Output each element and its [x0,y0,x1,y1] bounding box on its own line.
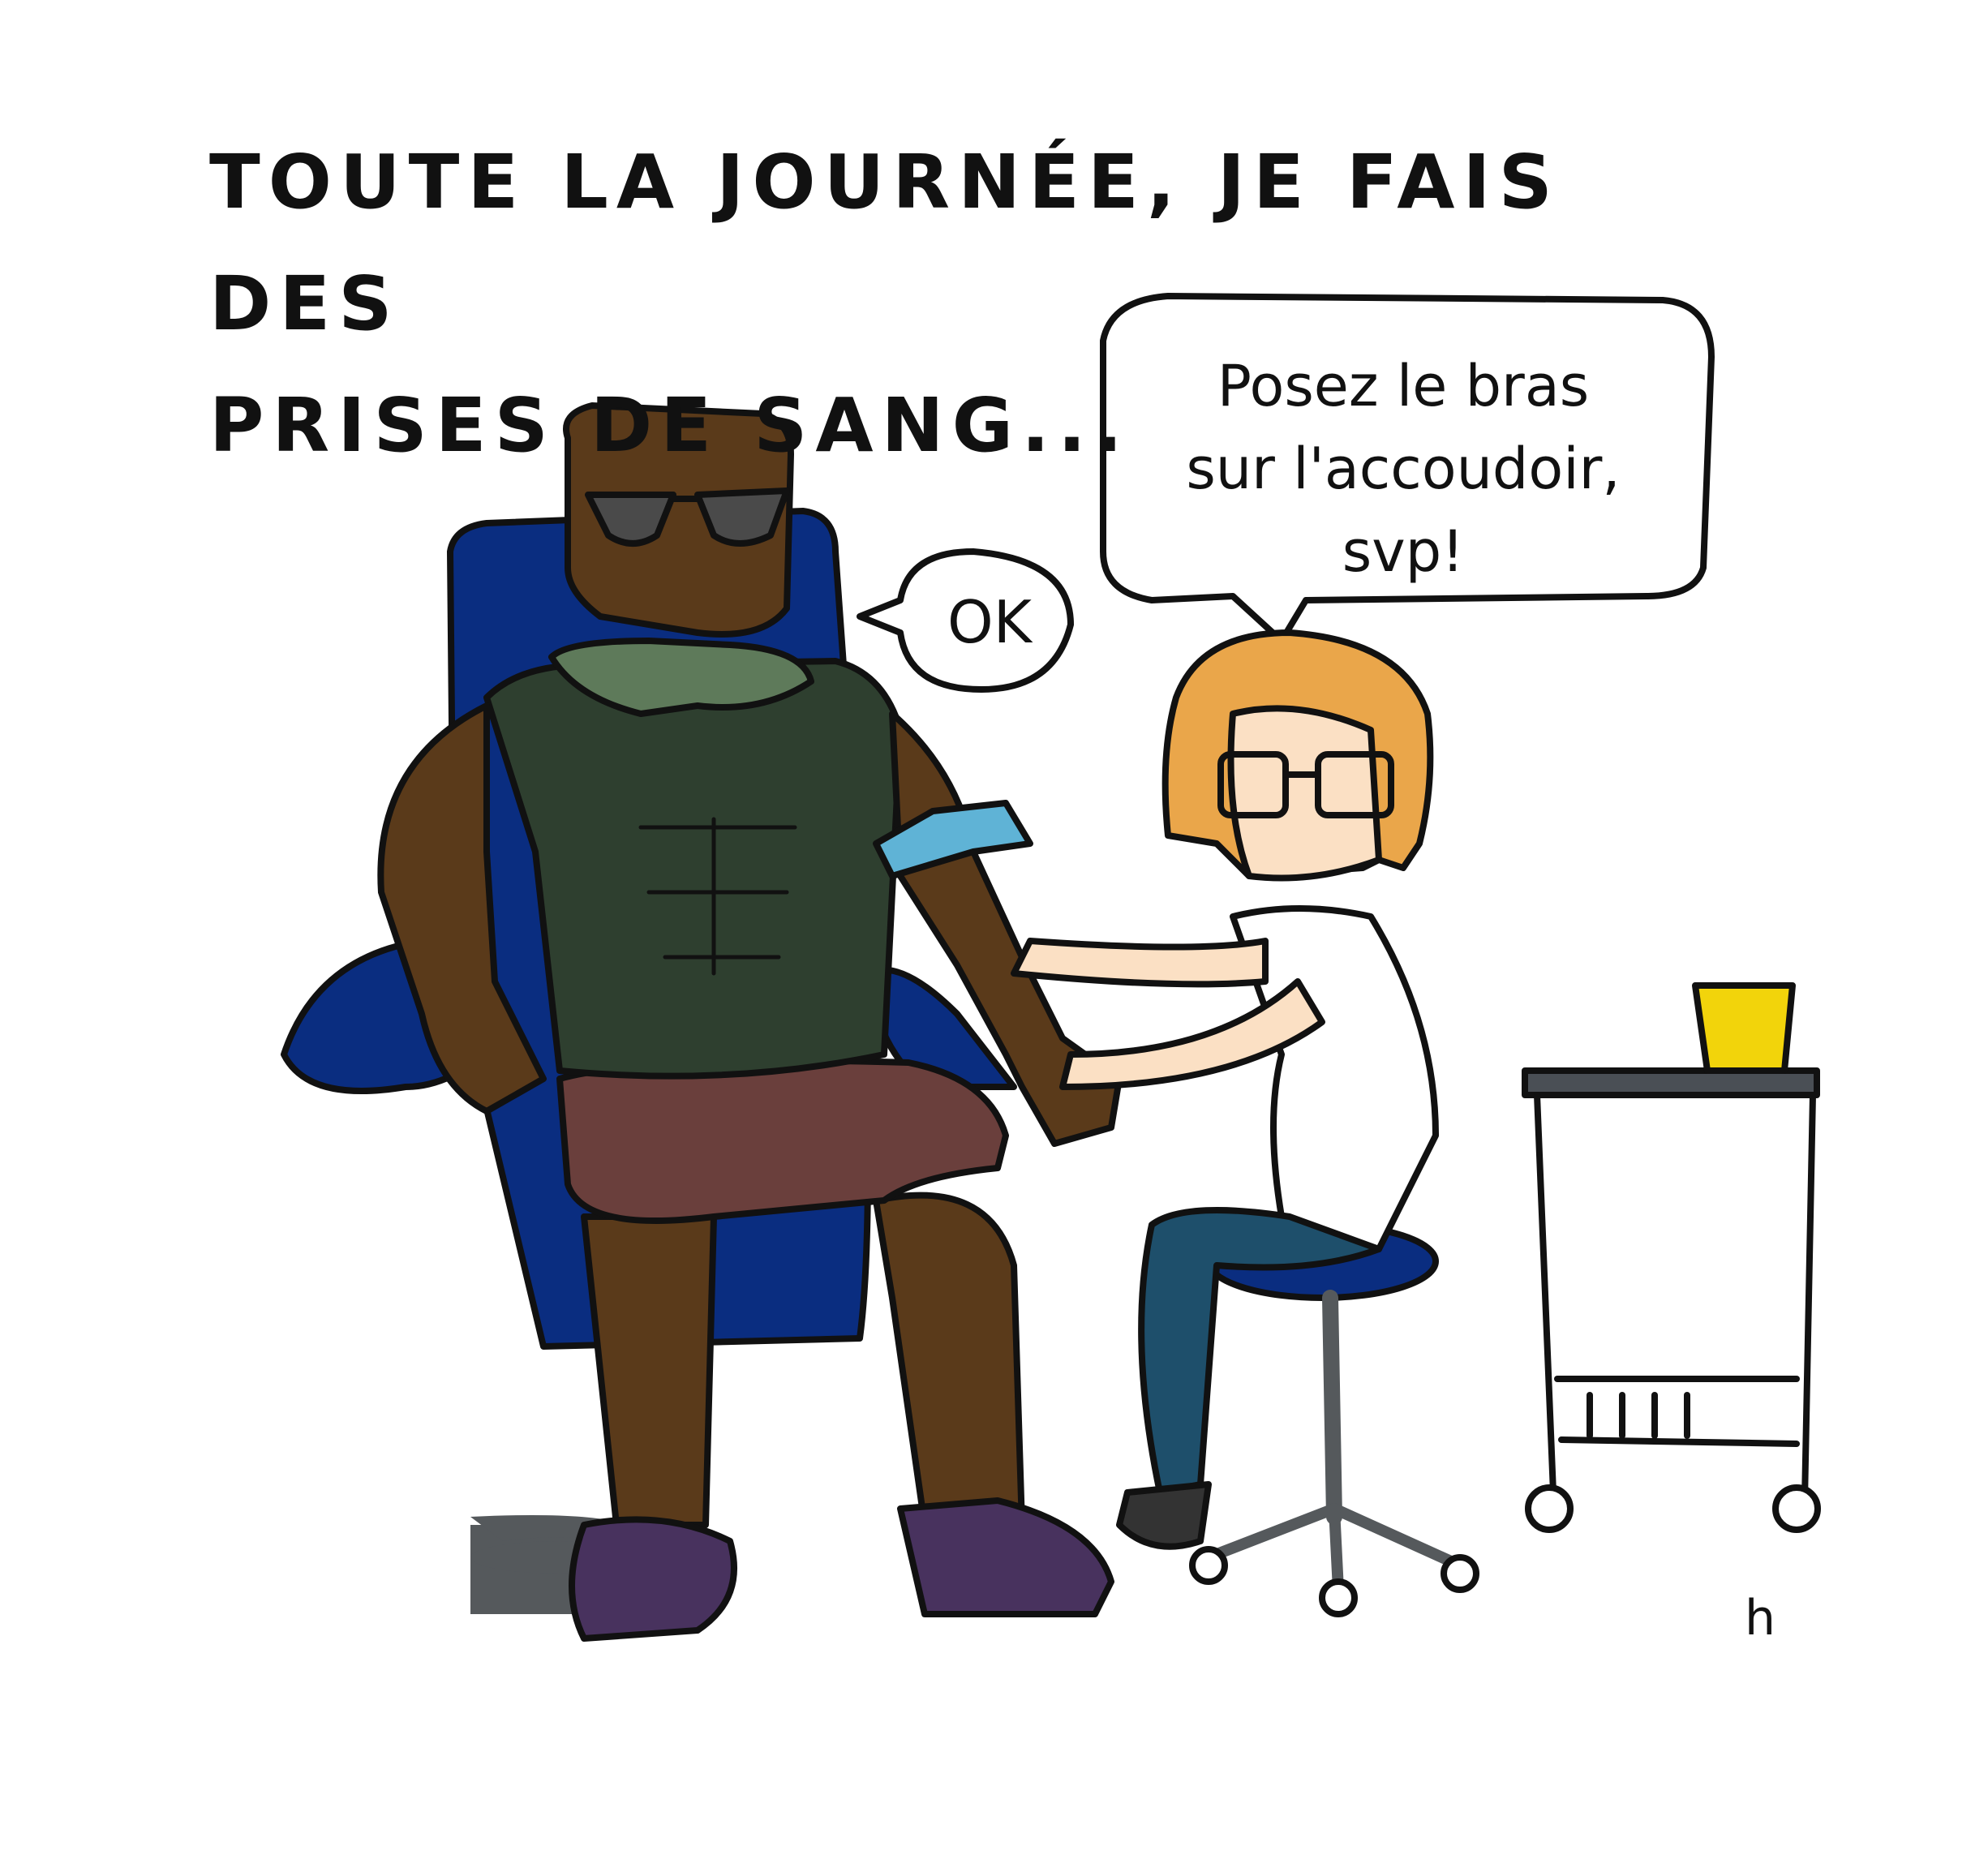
caption-line-1: Toute la journée, je fais des [209,139,1561,347]
nurse-bubble-line-2: sur l'accoudoir, [1186,436,1621,502]
nurse-bubble-line-1: Posez le bras [1217,353,1590,419]
patient-bubble-text: OK [947,588,1032,656]
medical-cart [1522,982,1821,1533]
yellow-cup [1692,982,1796,1074]
nurse-bubble-text: Posez le bras sur l'accoudoir, svp! [1119,345,1687,593]
nurse-figure [1011,629,1439,1550]
nurse-bubble-line-3: svp! [1342,518,1465,585]
artist-signature: h [1744,1590,1776,1647]
nurse-stool [1189,1222,1479,1617]
